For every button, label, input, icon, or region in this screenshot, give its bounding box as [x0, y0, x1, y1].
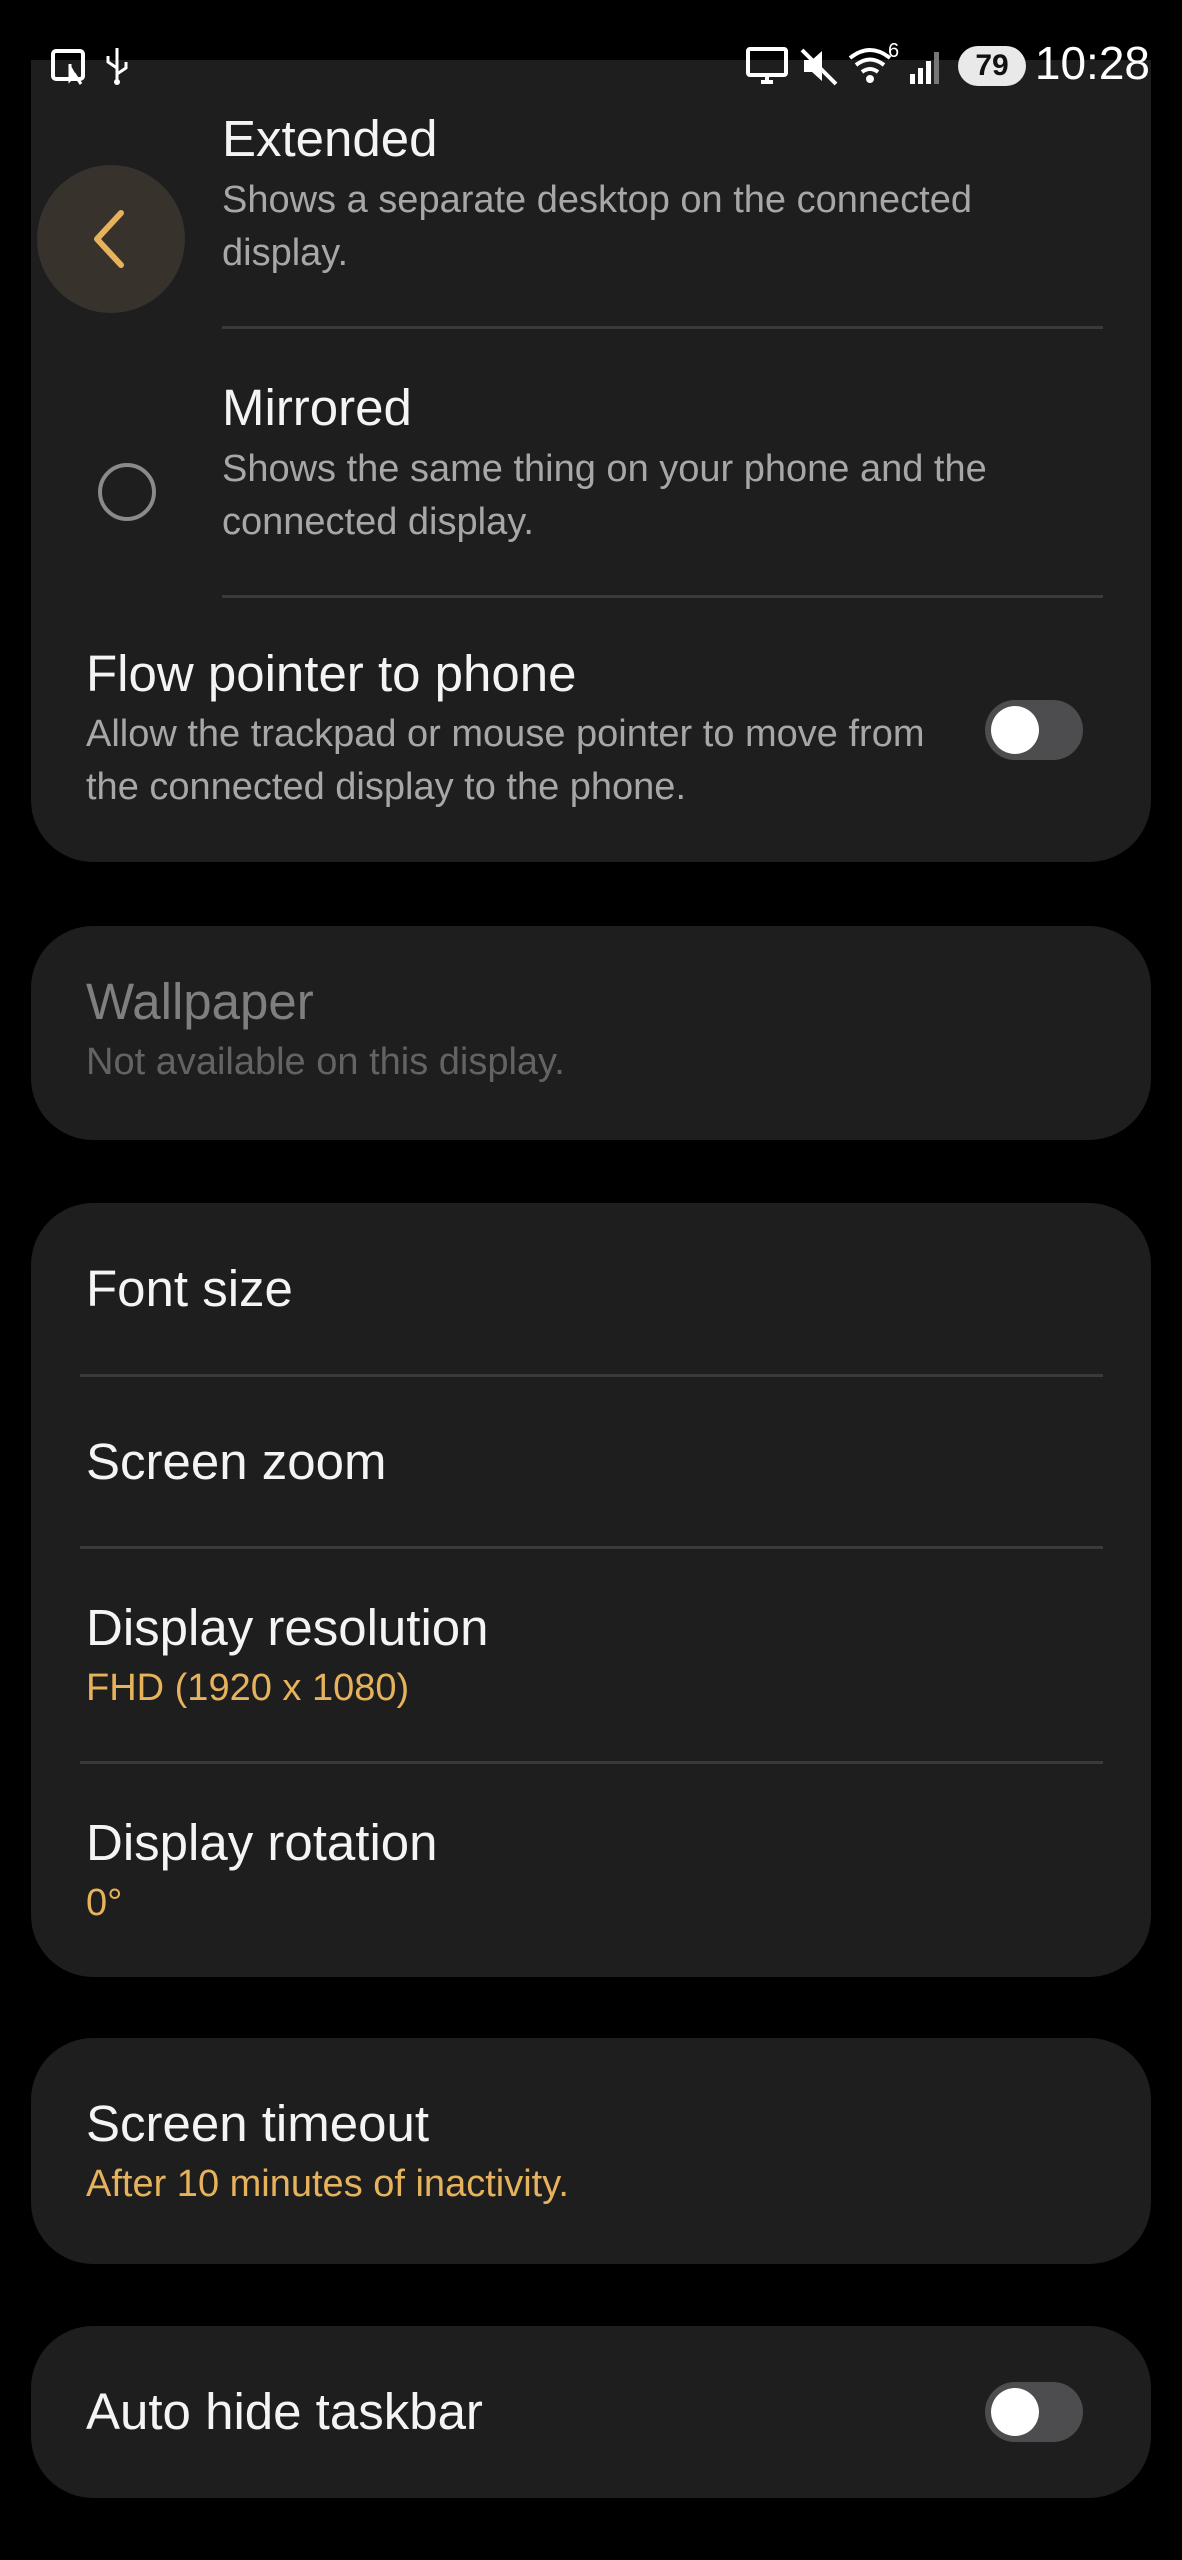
battery-indicator: 79: [958, 46, 1026, 86]
screen-timeout-card[interactable]: Screen timeout After 10 minutes of inact…: [31, 2038, 1151, 2264]
auto-hide-taskbar-title: Auto hide taskbar: [86, 2383, 483, 2440]
screen-timeout-value: After 10 minutes of inactivity.: [86, 2163, 569, 2205]
option-description: Shows the same thing on your phone and t…: [222, 448, 987, 543]
clock: 10:28: [1034, 37, 1150, 89]
display-icon: [746, 47, 788, 84]
toggle-knob: [991, 706, 1039, 754]
screen-zoom-title: Screen zoom: [86, 1433, 387, 1490]
flow-pointer-description: Allow the trackpad or mouse pointer to m…: [86, 713, 925, 808]
option-title: Mirrored: [222, 379, 412, 436]
chevron-left-icon: [94, 210, 124, 268]
wallpaper-description: Not available on this display.: [86, 1041, 565, 1083]
wallpaper-title: Wallpaper: [86, 973, 314, 1030]
signal-icon: [910, 52, 939, 84]
screen-zoom-item[interactable]: Screen zoom: [31, 1377, 1151, 1548]
usb-icon: [106, 48, 128, 85]
option-description: Shows a separate desktop on the connecte…: [222, 179, 972, 274]
screen-cast-icon: [51, 49, 85, 85]
status-bar: 6 79 10:28: [0, 0, 1182, 130]
font-size-title: Font size: [86, 1260, 293, 1317]
display-rotation-value: 0°: [86, 1882, 123, 1924]
screen-timeout-title: Screen timeout: [86, 2095, 430, 2152]
option-mirrored[interactable]: Mirrored Shows the same thing on your ph…: [31, 329, 1151, 597]
flow-pointer-title: Flow pointer to phone: [86, 645, 577, 702]
display-resolution-value: FHD (1920 x 1080): [86, 1667, 410, 1709]
display-resolution-title: Display resolution: [86, 1599, 489, 1656]
wallpaper-card: Wallpaper Not available on this display.: [31, 926, 1151, 1140]
flow-pointer-toggle[interactable]: [985, 700, 1083, 760]
mute-icon: [800, 48, 838, 86]
wifi-badge: 6: [888, 40, 900, 62]
flow-pointer-row[interactable]: Flow pointer to phone Allow the trackpad…: [31, 598, 1151, 862]
display-resolution-item[interactable]: Display resolution FHD (1920 x 1080): [31, 1549, 1151, 1763]
auto-hide-taskbar-toggle[interactable]: [985, 2382, 1083, 2442]
font-size-item[interactable]: Font size: [31, 1203, 1151, 1375]
display-settings-card: Font size Screen zoom Display resolution…: [31, 1203, 1151, 1977]
toggle-knob: [991, 2388, 1039, 2436]
display-rotation-item[interactable]: Display rotation 0°: [31, 1764, 1151, 1977]
back-button[interactable]: [37, 165, 185, 313]
display-mode-card: Extended Shows a separate desktop on the…: [31, 60, 1151, 862]
mirrored-radio[interactable]: [98, 463, 156, 521]
display-rotation-title: Display rotation: [86, 1814, 438, 1871]
auto-hide-taskbar-card[interactable]: Auto hide taskbar: [31, 2326, 1151, 2498]
